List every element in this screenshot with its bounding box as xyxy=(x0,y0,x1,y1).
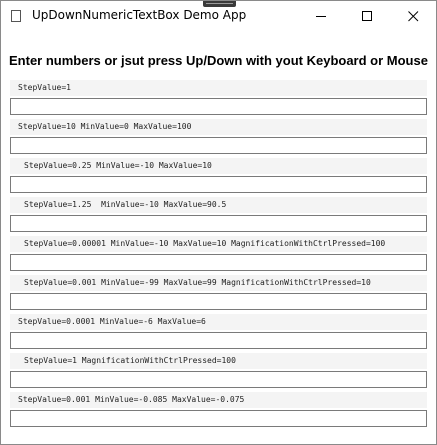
minimize-icon xyxy=(316,16,326,17)
stepvalue-label: StepValue=10 MinValue=0 MaxValue=100 xyxy=(10,119,427,135)
stepvalue-label: StepValue=0.001 MinValue=-99 MaxValue=99… xyxy=(10,275,427,291)
instructions-heading: Enter numbers or jsut press Up/Down with… xyxy=(9,53,428,68)
drag-grip-icon[interactable] xyxy=(203,1,236,7)
maximize-icon xyxy=(362,11,372,21)
updown-numeric-input[interactable] xyxy=(10,98,427,115)
stepvalue-label: StepValue=0.00001 MinValue=-10 MaxValue=… xyxy=(10,236,427,252)
updown-numeric-input[interactable] xyxy=(10,215,427,232)
updown-numeric-input[interactable] xyxy=(10,410,427,427)
stepvalue-label: StepValue=1 MagnificationWithCtrlPressed… xyxy=(10,353,427,369)
updown-numeric-input[interactable] xyxy=(10,254,427,271)
updown-numeric-input[interactable] xyxy=(10,176,427,193)
minimize-button[interactable] xyxy=(298,1,344,31)
stepvalue-label: StepValue=0.25 MinValue=-10 MaxValue=10 xyxy=(10,158,427,174)
stepvalue-label: StepValue=0.0001 MinValue=-6 MaxValue=6 xyxy=(10,314,427,330)
close-button[interactable] xyxy=(390,1,436,31)
updown-numeric-input[interactable] xyxy=(10,332,427,349)
title-bar[interactable]: UpDownNumericTextBox Demo App xyxy=(1,1,436,31)
app-icon xyxy=(11,10,21,22)
stepvalue-label: StepValue=0.001 MinValue=-0.085 MaxValue… xyxy=(10,392,427,408)
maximize-button[interactable] xyxy=(344,1,390,31)
stepvalue-label: StepValue=1 xyxy=(10,80,427,96)
window-title: UpDownNumericTextBox Demo App xyxy=(32,8,247,22)
stepvalue-label: StepValue=1.25 MinValue=-10 MaxValue=90.… xyxy=(10,197,427,213)
app-window: UpDownNumericTextBox Demo App Enter numb… xyxy=(0,0,437,445)
updown-numeric-input[interactable] xyxy=(10,137,427,154)
updown-numeric-input[interactable] xyxy=(10,293,427,310)
close-icon xyxy=(408,11,419,22)
updown-numeric-input[interactable] xyxy=(10,371,427,388)
